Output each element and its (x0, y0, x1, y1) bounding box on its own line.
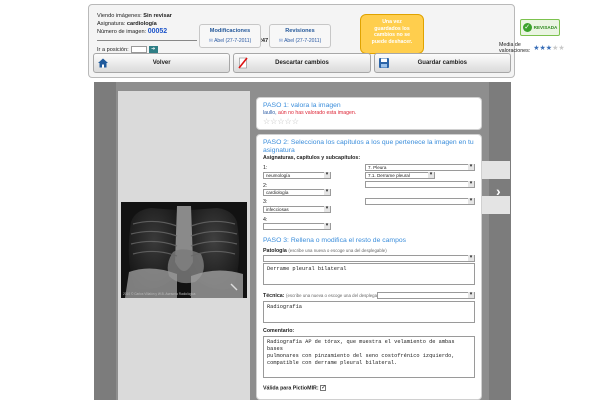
subchapter-select[interactable]: 7.1. Derrame pleural (365, 172, 435, 179)
comment-line: Radiografía AP de tórax, que muestra el … (267, 339, 455, 352)
left-nav-strip[interactable] (94, 82, 116, 400)
back-label: Volver (152, 60, 171, 66)
check-icon: ✓ (522, 23, 532, 32)
step2-title-line: PASO 2: Selecciona los capítulos a los q… (263, 139, 474, 146)
valid-row: Válida para PictioMIR: ✓ (263, 385, 326, 391)
envelope-icon: ✉ (278, 38, 283, 44)
undo-warning: Una vez guardados los cambios no se pued… (360, 14, 424, 54)
xray-image[interactable]: 2010 © Carlos Villalón y W.B. Asesoría R… (121, 202, 247, 298)
star-icon[interactable]: ☆ (277, 117, 284, 126)
warning-line: puede deshacer. (371, 38, 413, 45)
progress-line (97, 40, 197, 41)
save-label: Guardar cambios (417, 60, 467, 66)
warning-line: guardados los (374, 25, 410, 32)
chest-xray-icon (121, 202, 247, 298)
reviews-date: (27-7-2011) (295, 38, 322, 44)
goto-button[interactable]: ➜ (148, 46, 158, 53)
pathology-hint: (escribe una nueva o escoge una del desp… (288, 248, 387, 253)
reviewed-label: REVISADA (533, 25, 558, 30)
valid-label: Válida para PictioMIR: (263, 385, 319, 392)
modifications-box[interactable]: Modificaciones ✉ Abel (27-7-2011) (199, 24, 261, 48)
viewing-value: Sin revisar (143, 13, 172, 19)
current-user: laullo, (263, 110, 277, 116)
rating-stars: ★★★★★ (533, 44, 564, 52)
modifications-user[interactable]: Abel (214, 38, 224, 44)
action-toolbar: Volver Descartar cambios Guardar cambios (93, 53, 511, 73)
envelope-icon: ✉ (208, 38, 213, 44)
subject-label: Asignatura: (97, 20, 126, 27)
discard-icon (236, 56, 250, 70)
image-number-label: Número de imagen: (97, 29, 147, 35)
step1-title: PASO 1: valora la imagen (263, 102, 341, 109)
user-rating-stars[interactable]: ☆☆☆☆☆ (263, 117, 481, 126)
modifications-title: Modificaciones (209, 28, 251, 34)
step2-title-line: asignatura (263, 147, 295, 154)
goto-position: Ir a posición: ➜ (97, 46, 158, 53)
image-number: 00052 (147, 28, 168, 35)
subject-select[interactable]: neumología (263, 172, 331, 179)
reviewed-badge: ✓ REVISADA (520, 19, 560, 36)
warning-line: Una vez (382, 19, 402, 25)
discard-button[interactable]: Descartar cambios (233, 53, 371, 73)
pathology-label: Patología (263, 248, 287, 254)
step1-note: laullo, aún no has valorado esta imagen. (263, 110, 481, 116)
chapter-select[interactable]: 7. Pleura (365, 164, 475, 171)
chapters-label: Asignaturas, capítulos y subcapítulos: (263, 155, 361, 161)
comment-line: compatible con derrame pleural bilateral… (267, 360, 398, 366)
reviews-user[interactable]: Abel (284, 38, 294, 44)
subject-select[interactable]: cardiología (263, 189, 331, 196)
subject-select[interactable] (263, 223, 331, 230)
pathology-input[interactable]: Derrame pleural bilateral (263, 263, 475, 285)
header-panel: Viendo imágenes: Sin revisar Asignatura:… (88, 4, 565, 78)
technique-input[interactable]: Radiografía (263, 301, 475, 323)
back-button[interactable]: Volver (93, 53, 231, 73)
image-info: Viendo imágenes: Sin revisar Asignatura:… (97, 13, 172, 37)
home-icon (96, 56, 110, 70)
star-icon: ★ (558, 45, 565, 52)
row-number: 1: (263, 165, 268, 171)
row-band (480, 196, 510, 214)
chapter-select[interactable] (365, 181, 475, 188)
xray-watermark: 2010 © Carlos Villalón y W.B. Asesoría R… (123, 292, 196, 296)
technique-label-row: Técnica: (escribe una nueva o escoge una… (263, 293, 384, 299)
pathology-label-row: Patología (escribe una nueva o escoge un… (263, 248, 387, 254)
chapter-select[interactable] (365, 198, 475, 205)
step1-message: aún no has valorado esta imagen. (278, 110, 357, 116)
comment-textarea[interactable]: Radiografía AP de tórax, que muestra el … (263, 336, 475, 378)
star-icon[interactable]: ☆ (285, 117, 292, 126)
technique-hint: (escribe una nueva o escoge una del desp… (285, 293, 385, 298)
star-icon[interactable]: ☆ (292, 117, 299, 126)
warning-line: cambios no se (373, 32, 411, 39)
comment-line: pulmonares con pinzamiento del seno cost… (267, 353, 455, 359)
comment-label: Comentario: (263, 328, 295, 334)
step2-title: PASO 2: Selecciona los capítulos a los q… (263, 139, 481, 155)
goto-input[interactable] (130, 46, 147, 53)
technique-dropdown[interactable] (377, 292, 475, 299)
reviews-title: Revisiones (285, 28, 315, 34)
discard-label: Descartar cambios (275, 60, 329, 66)
row-band (480, 161, 510, 179)
goto-label: Ir a posición: (97, 46, 129, 53)
save-button[interactable]: Guardar cambios (373, 53, 511, 73)
step2-card: PASO 2: Selecciona los capítulos a los q… (256, 134, 482, 400)
save-icon (377, 56, 391, 70)
reviews-box[interactable]: Revisiones ✉ Abel (27-7-2011) (269, 24, 331, 48)
subject-select[interactable]: infecciosas (263, 206, 331, 213)
technique-label: Técnica: (263, 293, 285, 299)
valid-checkbox[interactable]: ✓ (320, 385, 326, 391)
pathology-dropdown[interactable] (263, 255, 475, 262)
right-nav-strip[interactable] (489, 82, 511, 400)
comment-label-row: Comentario: (263, 328, 294, 334)
modifications-date: (27-7-2011) (225, 38, 252, 44)
step3-title: PASO 3: Rellena o modifica el resto de c… (263, 237, 407, 244)
subject-value: cardiología (126, 20, 157, 27)
viewing-label: Viendo imágenes: (97, 13, 142, 19)
row-number: 3: (263, 199, 268, 205)
step1-card: PASO 1: valora la imagen laullo, aún no … (256, 97, 482, 130)
